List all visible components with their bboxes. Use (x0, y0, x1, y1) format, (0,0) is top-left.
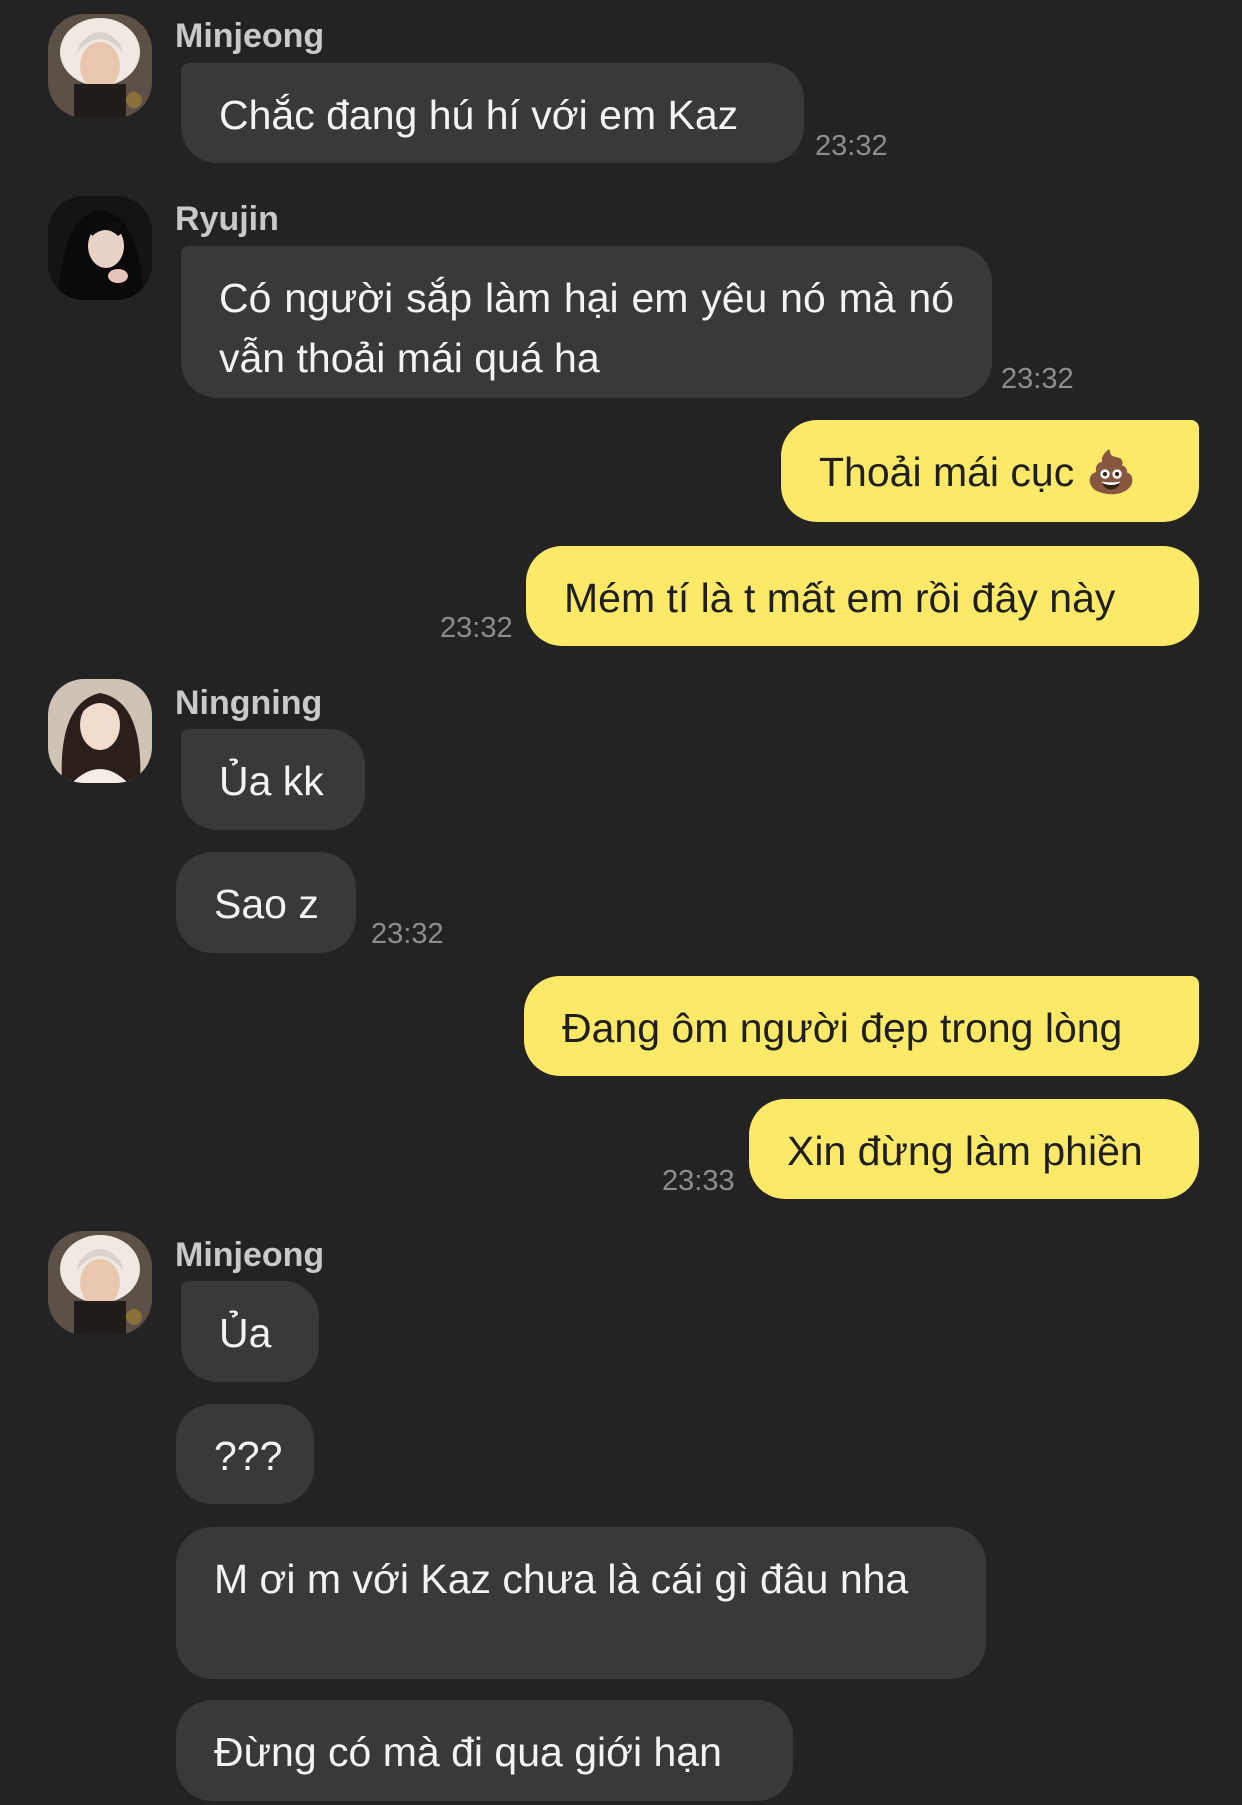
message-bubble[interactable]: Mém tí là t mất em rồi đây này (526, 546, 1199, 646)
message-text: Đừng có mà đi qua giới hạn (214, 1729, 722, 1775)
sender-name: Minjeong (175, 1236, 325, 1274)
message-time: 23:32 (440, 612, 513, 644)
message-time: 23:32 (815, 130, 888, 162)
message-text: Chắc đang hú hí với em Kaz (219, 92, 739, 138)
message-bubble[interactable]: ??? (176, 1404, 314, 1504)
avatar-ningning-icon[interactable] (48, 679, 152, 783)
message-bubble[interactable]: Thoải mái cục 💩 (781, 420, 1199, 522)
message-text: Sao z (214, 881, 319, 927)
message-bubble[interactable]: Ủa kk (181, 729, 365, 830)
message-bubble[interactable]: Sao z (176, 852, 356, 953)
message-bubble[interactable]: Xin đừng làm phiền (749, 1099, 1199, 1199)
message-text: Thoải mái cục (819, 449, 1075, 495)
message-time: 23:32 (1001, 363, 1074, 395)
message-text: Xin đừng làm phiền (787, 1128, 1143, 1174)
sender-name: Ningning (175, 684, 323, 722)
message-text: Mém tí là t mất em rồi đây này (564, 575, 1116, 621)
avatar-ryujin-icon[interactable] (48, 196, 152, 300)
sender-name: Minjeong (175, 17, 325, 55)
avatar-minjeong-icon[interactable] (48, 1231, 152, 1335)
message-time: 23:33 (662, 1165, 735, 1197)
message-time: 23:32 (371, 918, 444, 950)
avatar-minjeong-icon[interactable] (48, 14, 152, 118)
message-bubble[interactable]: Ủa (181, 1281, 319, 1382)
message-text: Đang ôm người đẹp trong lòng (562, 1005, 1123, 1051)
message-text: M ơi m với Kaz chưa là cái gì đâu nha (214, 1556, 909, 1602)
message-text: Ủa (219, 1310, 272, 1356)
message-bubble[interactable]: M ơi m với Kaz chưa là cái gì đâu nha (176, 1527, 986, 1679)
message-bubble[interactable]: Đừng có mà đi qua giới hạn (176, 1700, 793, 1801)
message-bubble[interactable]: Đang ôm người đẹp trong lòng (524, 976, 1199, 1076)
message-text: Ủa kk (219, 758, 324, 804)
message-bubble[interactable]: Có người sắp làm hại em yêu nó mà nó vẫn… (181, 246, 992, 398)
message-bubble[interactable]: Chắc đang hú hí với em Kaz (181, 63, 804, 163)
sender-name: Ryujin (175, 200, 279, 238)
message-text: ??? (214, 1433, 283, 1479)
poop-emoji-icon: 💩 (1085, 448, 1137, 496)
message-text: Có người sắp làm hại em yêu nó mà nó vẫn… (219, 275, 954, 381)
